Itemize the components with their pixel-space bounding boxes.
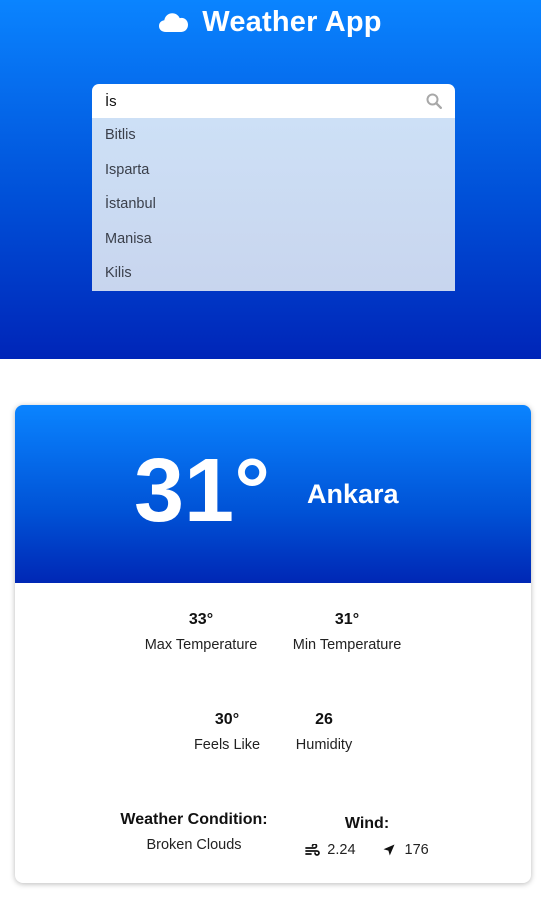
weather-condition-value: Broken Clouds <box>146 837 242 853</box>
humidity: 26 Humidity <box>277 711 371 753</box>
search-icon[interactable] <box>426 93 443 114</box>
app-title: Weather App <box>202 5 382 38</box>
max-temperature: 33° Max Temperature <box>131 611 271 653</box>
header-background: Weather App Bitlis Isparta İstanbul Mani… <box>0 0 541 359</box>
city-search: Bitlis Isparta İstanbul Manisa Kilis <box>92 84 455 291</box>
search-box <box>92 84 455 118</box>
feels-like-value: 30° <box>214 711 240 728</box>
weather-condition: Weather Condition: Broken Clouds <box>109 811 279 853</box>
max-temperature-value: 33° <box>188 611 214 628</box>
cloud-icon <box>159 11 189 33</box>
wind-speed-value: 2.24 <box>327 842 356 858</box>
feels-like: 30° Feels Like <box>177 711 277 753</box>
current-temperature: 31° <box>134 441 271 541</box>
wind-icon <box>305 843 321 857</box>
wind-row: 2.24 176 <box>287 842 447 858</box>
suggestion-item-manisa[interactable]: Manisa <box>92 222 455 257</box>
weather-card: 31° Ankara 33° Max Temperature 31° Min T… <box>15 405 531 883</box>
wind: Wind: 2.24 176 <box>287 815 447 858</box>
humidity-value: 26 <box>315 711 333 728</box>
suggestion-item-kilis[interactable]: Kilis <box>92 256 455 291</box>
suggestion-item-isparta[interactable]: Isparta <box>92 153 455 188</box>
suggestion-item-bitlis[interactable]: Bitlis <box>92 118 455 153</box>
feels-like-label: Feels Like <box>193 737 261 753</box>
weather-condition-title: Weather Condition: <box>120 811 268 828</box>
navigation-arrow-icon <box>383 844 395 856</box>
weather-card-header: 31° Ankara <box>15 405 531 583</box>
min-temperature-label: Min Temperature <box>292 637 402 653</box>
suggestion-item-istanbul[interactable]: İstanbul <box>92 187 455 222</box>
min-temperature-value: 31° <box>334 611 360 628</box>
wind-direction-value: 176 <box>404 842 429 858</box>
humidity-label: Humidity <box>295 737 353 753</box>
suggestion-list: Bitlis Isparta İstanbul Manisa Kilis <box>92 118 455 291</box>
max-temperature-label: Max Temperature <box>144 637 258 653</box>
min-temperature: 31° Min Temperature <box>277 611 417 653</box>
wind-title: Wind: <box>344 815 390 832</box>
app-header: Weather App <box>0 6 541 38</box>
city-name: Ankara <box>307 479 399 509</box>
search-input[interactable] <box>92 84 455 118</box>
